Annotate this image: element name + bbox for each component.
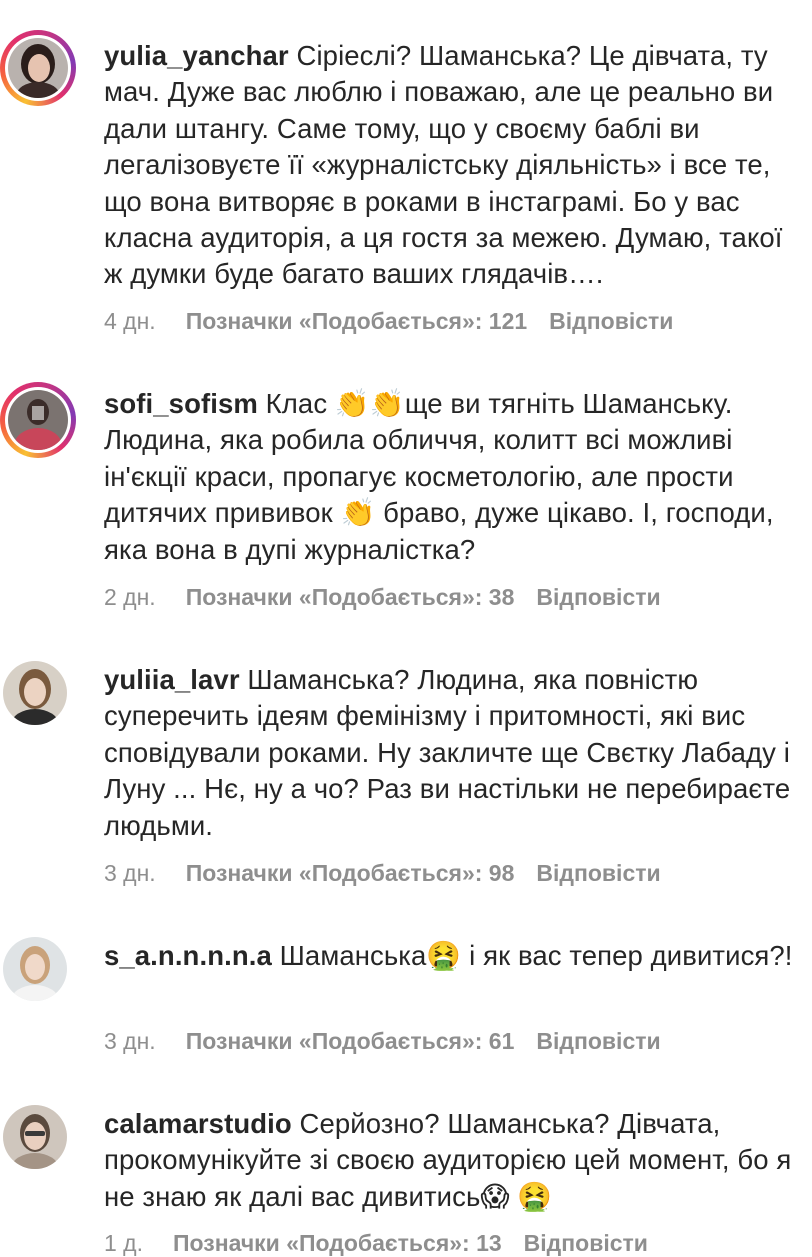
avatar-frame[interactable] [0, 658, 76, 734]
likes-count-link[interactable]: Позначки «Подобається»: 61 [186, 1028, 515, 1055]
avatar[interactable] [8, 390, 68, 450]
clap-emoji-icon: 👏👏 [334, 387, 405, 420]
avatar[interactable] [3, 1105, 67, 1169]
comment-text: calamarstudio Серйозно? Шаманська? Дівча… [104, 1106, 806, 1215]
comment-username[interactable]: s_a.n.n.n.n.a [104, 940, 272, 971]
avatar[interactable] [3, 661, 67, 725]
vomiting-face-emoji-icon: 🤮 [426, 939, 462, 972]
reply-button[interactable]: Відповісти [549, 308, 673, 335]
likes-count-link[interactable]: Позначки «Подобається»: 98 [186, 860, 515, 887]
comment-text: yuliia_lavr Шаманська? Людина, яка повні… [104, 662, 806, 844]
comment-username[interactable]: yulia_yanchar [104, 40, 289, 71]
comment-text: s_a.n.n.n.n.a Шаманська🤮 і як вас тепер … [104, 938, 806, 974]
avatar[interactable] [3, 937, 67, 1001]
comment-text: yulia_yanchar Сіріеслі? Шаманська? Це ді… [104, 38, 806, 293]
reply-button[interactable]: Відповісти [536, 584, 660, 611]
vomiting-face-emoji-icon: 🤮 [517, 1179, 553, 1213]
clap-emoji-icon: 👏 [340, 496, 376, 530]
comment-meta: 3 дн. Позначки «Подобається»: 61 Відповіст… [104, 1028, 661, 1055]
comment-text: sofi_sofism Клас 👏👏ще ви тягніть Шамансь… [104, 386, 806, 568]
comment-time[interactable]: 3 дн. [104, 1028, 156, 1055]
comment-time[interactable]: 4 дн. [104, 308, 156, 335]
comment-username[interactable]: calamarstudio [104, 1108, 292, 1139]
comment-meta: 4 дн. Позначки «Подобається»: 121 Відповіс… [104, 308, 673, 335]
reply-button[interactable]: Відповісти [536, 860, 660, 887]
avatar-story-ring[interactable] [0, 382, 76, 458]
comment-body-part: і як вас тепер дивитися?! [461, 940, 793, 971]
reply-button[interactable]: Відповісти [536, 1028, 660, 1055]
comment-username[interactable]: sofi_sofism [104, 388, 258, 419]
avatar-frame[interactable] [0, 1102, 76, 1178]
avatar[interactable] [8, 38, 68, 98]
screaming-face-emoji-icon: 😱 [480, 1179, 510, 1213]
comment-meta: 3 дн. Позначки «Подобається»: 98 Відповіст… [104, 860, 661, 887]
avatar-story-ring[interactable] [0, 30, 76, 106]
comment-meta: 2 дн. Позначки «Подобається»: 38 Відповіст… [104, 584, 661, 611]
comment-body-part: Клас [265, 388, 335, 419]
comment-username[interactable]: yuliia_lavr [104, 664, 240, 695]
comment-time[interactable]: 2 дн. [104, 584, 156, 611]
likes-count-link[interactable]: Позначки «Подобається»: 121 [186, 308, 527, 335]
comment-body: Сіріеслі? Шаманська? Це дівчата, ту мач.… [104, 40, 783, 290]
comment-time[interactable]: 3 дн. [104, 860, 156, 887]
comment-body-part: Шаманська [279, 940, 427, 971]
likes-count-link[interactable]: Позначки «Подобається»: 38 [186, 584, 515, 611]
avatar-frame[interactable] [0, 934, 76, 1010]
